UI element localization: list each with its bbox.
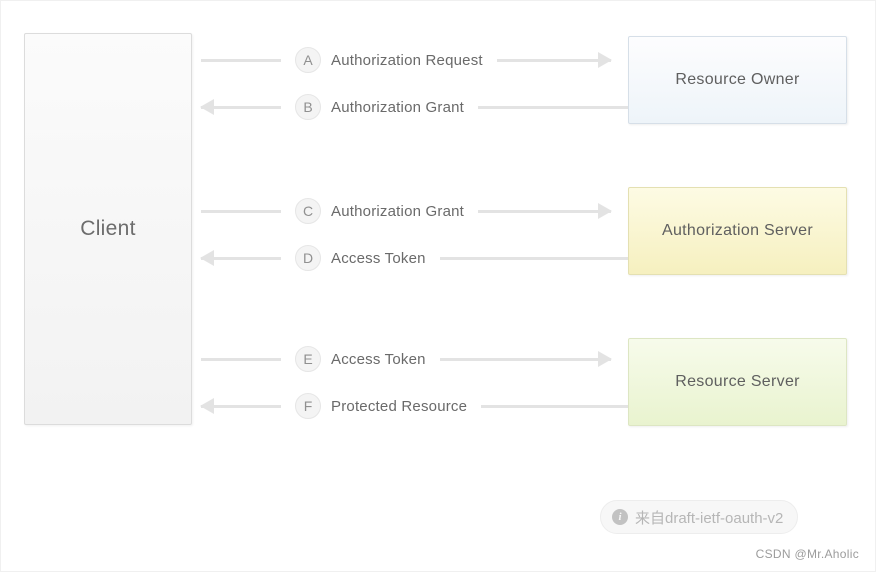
step-badge-d: D bbox=[295, 245, 321, 271]
step-badge-b: B bbox=[295, 94, 321, 120]
flow-step-c: C Authorization Grant bbox=[201, 195, 628, 227]
flow-step-f: F Protected Resource bbox=[201, 390, 628, 422]
flow-step-e: E Access Token bbox=[201, 343, 628, 375]
flow-line-right-b bbox=[478, 105, 628, 109]
info-icon: i bbox=[612, 509, 628, 525]
flow-line-right-f bbox=[481, 404, 628, 408]
step-label-c: Authorization Grant bbox=[331, 202, 465, 220]
resource-server-label: Resource Server bbox=[675, 373, 800, 390]
client-box: Client bbox=[24, 33, 192, 425]
step-badge-f: F bbox=[295, 393, 321, 419]
resource-server-box: Resource Server bbox=[628, 338, 847, 426]
flow-line-right-d bbox=[439, 256, 628, 260]
resource-owner-box: Resource Owner bbox=[628, 36, 847, 124]
client-label: Client bbox=[80, 217, 136, 240]
step-label-a: Authorization Request bbox=[331, 51, 483, 69]
arrow-left-icon-b bbox=[201, 105, 281, 109]
arrow-right-icon-e bbox=[439, 357, 611, 361]
step-badge-e: E bbox=[295, 346, 321, 372]
arrow-left-icon-f bbox=[201, 404, 281, 408]
authorization-server-label: Authorization Server bbox=[662, 222, 813, 239]
diagram-canvas: Client Resource Owner Authorization Serv… bbox=[0, 0, 876, 572]
source-badge[interactable]: i 来自draft-ietf-oauth-v2 bbox=[600, 500, 799, 534]
flow-step-b: B Authorization Grant bbox=[201, 91, 628, 123]
watermark: CSDN @Mr.Aholic bbox=[755, 547, 859, 561]
step-label-b: Authorization Grant bbox=[331, 98, 465, 116]
flow-line-left-c bbox=[201, 209, 281, 213]
flow-line-left-e bbox=[201, 357, 281, 361]
arrow-right-icon-a bbox=[496, 58, 611, 62]
flow-line-left-a bbox=[201, 58, 281, 62]
flow-step-a: A Authorization Request bbox=[201, 44, 628, 76]
step-badge-a: A bbox=[295, 47, 321, 73]
source-badge-text: 来自draft-ietf-oauth-v2 bbox=[635, 509, 784, 527]
arrow-right-icon-c bbox=[478, 209, 611, 213]
step-label-d: Access Token bbox=[331, 249, 426, 267]
flow-step-d: D Access Token bbox=[201, 242, 628, 274]
authorization-server-box: Authorization Server bbox=[628, 187, 847, 275]
arrow-left-icon-d bbox=[201, 256, 281, 260]
step-label-e: Access Token bbox=[331, 350, 426, 368]
resource-owner-label: Resource Owner bbox=[675, 71, 800, 88]
step-badge-c: C bbox=[295, 198, 321, 224]
step-label-f: Protected Resource bbox=[331, 397, 468, 415]
